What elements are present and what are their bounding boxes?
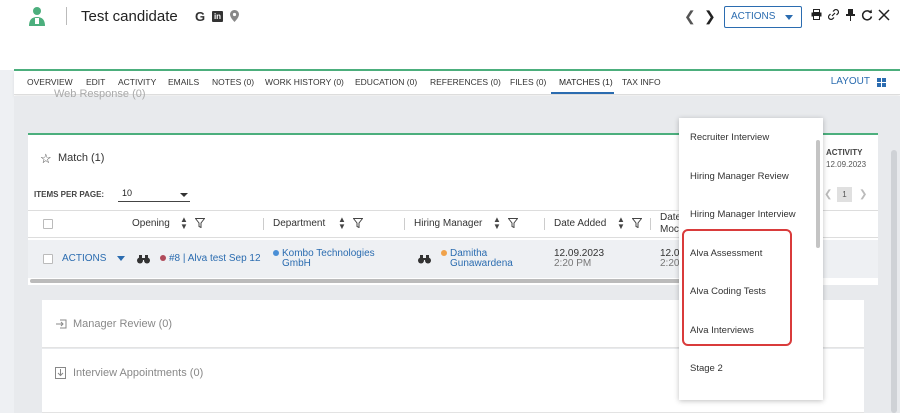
binoculars-icon[interactable] — [418, 254, 431, 264]
date-added-time: 2:20 PM — [554, 258, 592, 269]
opening-link[interactable]: #8 | Alva test Sep 12 — [160, 253, 261, 264]
page-header: Test candidate G in ❮ ❯ ACTIONS — [0, 0, 900, 70]
column-divider — [263, 218, 264, 230]
location-pin-icon[interactable] — [230, 10, 239, 22]
pagination-prev-icon[interactable]: ❮ — [824, 189, 832, 200]
sort-icon[interactable]: ▲ ▼ — [180, 216, 188, 231]
google-icon[interactable]: G — [195, 9, 205, 24]
items-per-page-value: 10 — [122, 188, 133, 198]
page-title: Test candidate — [81, 8, 178, 25]
column-date-modified[interactable]: Date — [660, 212, 681, 223]
tab-matches[interactable]: MATCHES (1) — [559, 77, 613, 87]
tab-files[interactable]: FILES (0) — [510, 77, 546, 87]
interview-appointments-title: Interview Appointments (0) — [73, 367, 204, 379]
menu-item-stage-2[interactable]: Stage 2 — [690, 363, 723, 374]
login-arrow-icon — [56, 319, 67, 329]
column-divider — [544, 218, 545, 230]
column-date-modified-cont[interactable]: Moc — [660, 224, 679, 235]
activity-column-label: ACTIVITY — [826, 148, 863, 157]
column-divider — [650, 218, 651, 230]
close-icon[interactable] — [878, 9, 890, 21]
table-horizontal-scrollbar[interactable] — [30, 279, 690, 283]
column-hiring-manager[interactable]: Hiring Manager — [414, 218, 482, 229]
binoculars-icon[interactable] — [137, 254, 150, 264]
status-dot — [273, 250, 279, 256]
tab-notes[interactable]: NOTES (0) — [212, 77, 254, 87]
chevron-down-icon — [785, 15, 793, 20]
link-icon[interactable] — [828, 9, 839, 20]
filter-icon[interactable] — [508, 218, 518, 228]
column-date-added[interactable]: Date Added — [554, 218, 606, 229]
chevron-down-icon — [180, 193, 188, 197]
tab-work-history[interactable]: WORK HISTORY (0) — [265, 77, 344, 87]
linkedin-icon[interactable]: in — [212, 11, 223, 22]
record-tabs: OVERVIEW EDIT ACTIVITY EMAILS NOTES (0) … — [14, 71, 900, 95]
dropdown-scrollbar[interactable] — [816, 140, 820, 248]
chevron-down-icon — [117, 255, 126, 261]
tab-overview[interactable]: OVERVIEW — [27, 77, 73, 87]
status-dot — [441, 250, 447, 256]
pin-icon[interactable] — [846, 9, 855, 21]
tab-activity[interactable]: ACTIVITY — [118, 77, 156, 87]
page-vertical-scrollbar[interactable] — [891, 150, 897, 413]
pagination-next-icon[interactable]: ❯ — [859, 189, 867, 200]
layout-grid-icon[interactable] — [877, 78, 886, 87]
tab-tax-info[interactable]: TAX INFO — [622, 77, 661, 87]
tab-edit[interactable]: EDIT — [86, 77, 105, 87]
highlight-annotation — [682, 229, 792, 346]
sort-icon[interactable]: ▲ ▼ — [617, 216, 625, 231]
date-modified-time: 2:20 — [660, 258, 680, 269]
web-response-section[interactable]: Web Response (0) — [54, 88, 146, 100]
hiring-manager-link-cont[interactable]: Gunawardena — [450, 258, 513, 269]
filter-icon[interactable] — [632, 218, 642, 228]
match-section-title: Match (1) — [58, 152, 105, 164]
sort-icon[interactable]: ▲ ▼ — [338, 216, 346, 231]
activity-date: 12.09.2023 — [826, 160, 867, 169]
tab-education[interactable]: EDUCATION (0) — [355, 77, 417, 87]
header-actions-button[interactable]: ACTIONS — [724, 6, 802, 28]
layout-button[interactable]: LAYOUT — [831, 76, 870, 87]
refresh-icon[interactable] — [861, 9, 873, 21]
print-icon[interactable] — [811, 9, 822, 20]
manager-review-title: Manager Review (0) — [73, 318, 173, 330]
menu-item-hiring-manager-review[interactable]: Hiring Manager Review — [690, 171, 789, 182]
header-separator — [66, 7, 67, 25]
row-actions-label: ACTIONS — [62, 253, 107, 264]
previous-record-icon[interactable]: ❮ — [684, 8, 696, 25]
column-opening[interactable]: Opening — [132, 218, 170, 229]
candidate-avatar-icon — [29, 7, 45, 26]
menu-item-hiring-manager-interview[interactable]: Hiring Manager Interview — [690, 209, 796, 220]
column-department[interactable]: Department — [273, 218, 325, 229]
tab-references[interactable]: REFERENCES (0) — [430, 77, 501, 87]
header-actions-label: ACTIONS — [731, 11, 776, 22]
next-record-icon[interactable]: ❯ — [704, 8, 716, 25]
filter-icon[interactable] — [195, 218, 205, 228]
column-divider — [404, 218, 405, 230]
opening-text: #8 | Alva test Sep 12 — [169, 253, 261, 264]
active-tab-indicator — [551, 92, 614, 94]
items-per-page-select[interactable]: 10 — [118, 188, 190, 202]
pagination-page[interactable]: 1 — [837, 187, 852, 202]
sort-icon[interactable]: ▲ ▼ — [493, 216, 501, 231]
menu-item-recruiter-interview[interactable]: Recruiter Interview — [690, 132, 769, 143]
status-dot — [160, 255, 166, 261]
row-actions-button[interactable]: ACTIONS — [62, 253, 126, 264]
items-per-page-label: ITEMS PER PAGE: — [34, 190, 105, 199]
tab-emails[interactable]: EMAILS — [168, 77, 199, 87]
star-icon[interactable]: ☆ — [40, 151, 52, 167]
row-checkbox[interactable] — [43, 254, 53, 264]
select-all-checkbox[interactable] — [43, 219, 53, 229]
download-icon — [55, 367, 66, 379]
filter-icon[interactable] — [353, 218, 363, 228]
department-link-cont[interactable]: GmbH — [282, 258, 311, 269]
